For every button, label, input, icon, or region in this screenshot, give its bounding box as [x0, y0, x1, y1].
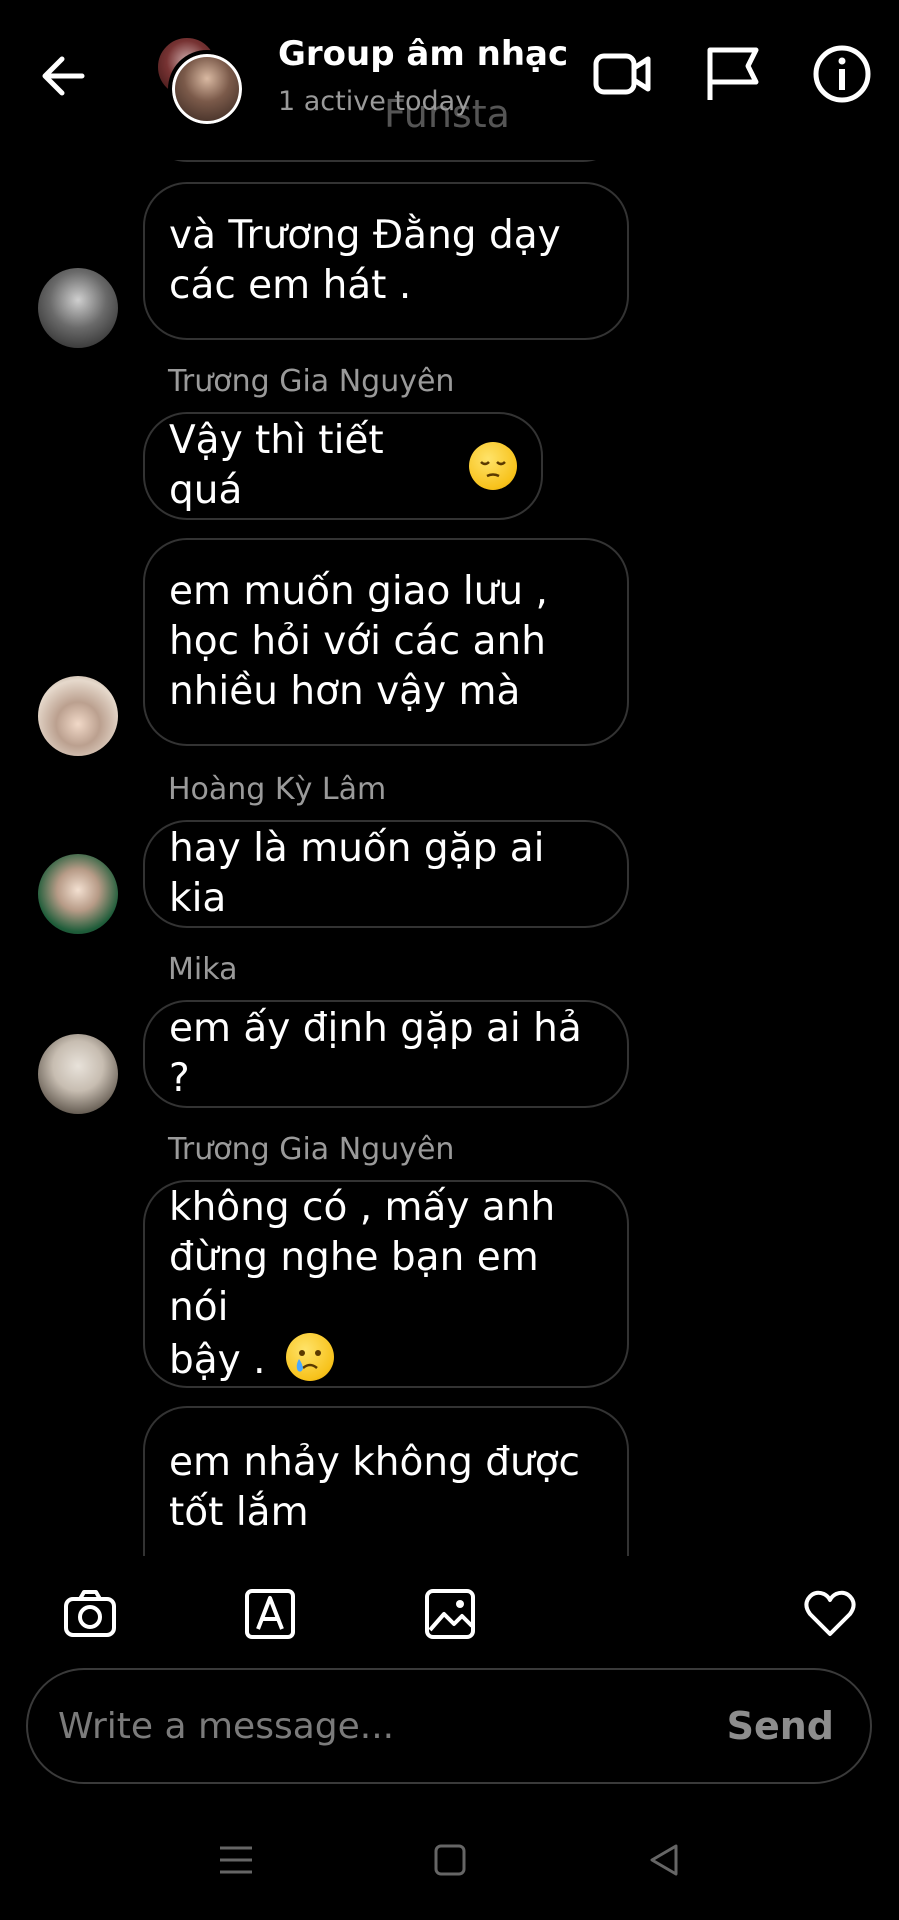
active-status: 1 active today [278, 86, 472, 117]
message-text: em muốn giao lưu , [169, 569, 548, 614]
pensive-face-emoji-icon [469, 442, 517, 490]
message-text: em ấy định gặp ai hả ? [169, 1006, 582, 1101]
chat-header: Funsta Group âm nhạc 1 active today [0, 0, 899, 160]
avatar[interactable] [38, 268, 118, 348]
video-call-icon[interactable] [590, 42, 654, 106]
avatar[interactable] [38, 854, 118, 934]
message-text: bậy . [169, 1337, 266, 1383]
divider-mask [0, 1556, 899, 1586]
camera-icon[interactable] [62, 1586, 118, 1642]
gallery-icon[interactable] [422, 1586, 478, 1642]
text-style-icon[interactable] [242, 1586, 298, 1642]
group-avatar-front[interactable] [168, 50, 246, 128]
message-text: nhiều hơn vậy mà [169, 669, 521, 714]
message-text: hay là muốn gặp ai kia [169, 826, 545, 921]
back-arrow-icon[interactable] [32, 44, 96, 108]
message-bubble[interactable]: hay là muốn gặp ai kia [143, 820, 629, 928]
message-text: em nhảy không được [169, 1440, 581, 1485]
message-bubble[interactable]: em nhảy không được tốt lắm [143, 1406, 629, 1556]
chat-title[interactable]: Group âm nhạc [278, 34, 568, 74]
message-text: học hỏi với các anh [169, 619, 546, 664]
message-bubble[interactable]: Vậy thì tiết quá [143, 412, 543, 520]
message-bubble[interactable]: không có , mấy anh đừng nghe bạn em nói … [143, 1180, 629, 1388]
sender-name: Mika [168, 952, 238, 987]
message-text: không có , mấy anh [169, 1184, 556, 1230]
message-text: Vậy thì tiết quá [169, 418, 384, 513]
menu-nav-icon[interactable] [216, 1840, 256, 1880]
heart-icon[interactable] [802, 1586, 858, 1642]
crying-face-emoji-icon [285, 1332, 334, 1381]
message-text: và Trương Đằng dạy [169, 213, 561, 258]
sender-name: Hoàng Kỳ Lâm [168, 772, 387, 807]
message-bubble[interactable]: em ấy định gặp ai hả ? [143, 1000, 629, 1108]
sender-name: Trương Gia Nguyên [168, 364, 455, 399]
message-text: đừng nghe bạn em nói [169, 1234, 539, 1330]
message-input[interactable]: Write a message... [58, 1706, 394, 1747]
message-text: các em hát . [169, 263, 412, 308]
avatar[interactable] [38, 676, 118, 756]
message-composer[interactable]: Write a message... Send [26, 1668, 872, 1784]
avatar[interactable] [38, 1034, 118, 1114]
message-bubble[interactable]: và Trương Đằng dạy các em hát . [143, 182, 629, 340]
flag-icon[interactable] [700, 42, 764, 106]
info-icon[interactable] [810, 42, 874, 106]
message-bubble[interactable]: em muốn giao lưu , học hỏi với các anh n… [143, 538, 629, 746]
message-text: tốt lắm [169, 1490, 309, 1535]
back-nav-icon[interactable] [644, 1840, 684, 1880]
send-button[interactable]: Send [727, 1704, 834, 1748]
home-nav-icon[interactable] [430, 1840, 470, 1880]
sender-name: Trương Gia Nguyên [168, 1132, 455, 1167]
